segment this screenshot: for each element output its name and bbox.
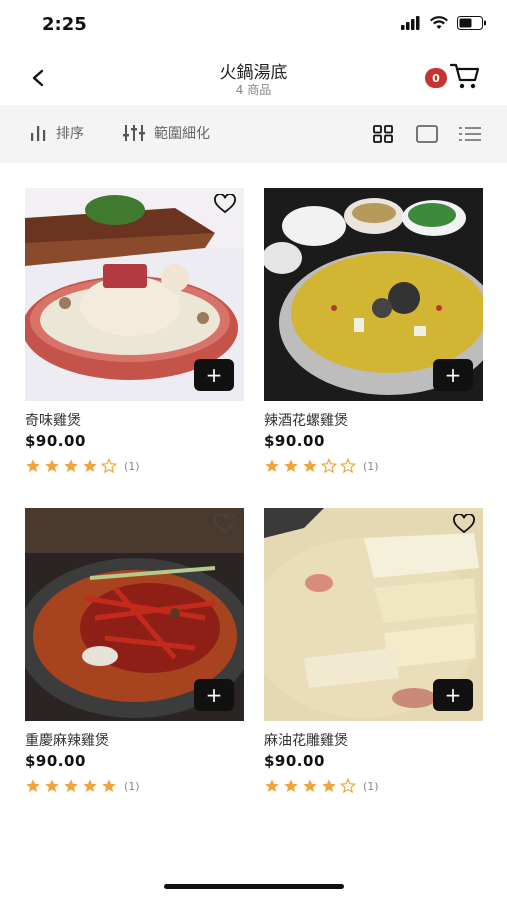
battery-icon bbox=[457, 16, 486, 30]
heart-icon bbox=[214, 193, 236, 214]
heart-icon bbox=[453, 513, 475, 534]
star-filled-icon bbox=[284, 779, 298, 792]
favorite-button[interactable] bbox=[214, 193, 236, 214]
product-rating: (1) bbox=[25, 458, 140, 474]
sort-button[interactable]: 排序 bbox=[30, 123, 84, 143]
product-price: $90.00 bbox=[25, 752, 86, 770]
star-filled-icon bbox=[26, 779, 40, 792]
grid-view-button[interactable] bbox=[371, 123, 395, 145]
sort-icon bbox=[31, 126, 46, 141]
cart-badge: 0 bbox=[425, 68, 447, 88]
plus-icon: + bbox=[444, 363, 462, 387]
single-view-icon bbox=[416, 125, 438, 143]
product-image[interactable]: + bbox=[264, 508, 483, 721]
review-count: (1) bbox=[124, 459, 140, 473]
star-filled-icon bbox=[83, 779, 97, 792]
plus-icon: + bbox=[205, 683, 223, 707]
product-price: $90.00 bbox=[264, 752, 325, 770]
star-filled-icon bbox=[102, 779, 116, 792]
product-name[interactable]: 重慶麻辣雞煲 bbox=[25, 730, 109, 750]
home-indicator bbox=[164, 884, 344, 889]
plus-icon: + bbox=[205, 363, 223, 387]
product-name[interactable]: 麻油花雕雞煲 bbox=[264, 730, 348, 750]
cart-button[interactable]: 0 bbox=[425, 62, 485, 92]
star-filled-icon bbox=[45, 459, 59, 472]
wifi-icon bbox=[430, 16, 448, 29]
star-empty-icon bbox=[340, 778, 356, 794]
star-empty-icon bbox=[101, 458, 117, 474]
signal-icon bbox=[401, 16, 420, 30]
status-icons bbox=[401, 16, 487, 30]
product-image[interactable]: + bbox=[25, 188, 244, 401]
filter-label: 範圍細化 bbox=[154, 126, 210, 142]
list-view-button[interactable] bbox=[458, 123, 482, 145]
star-filled-icon bbox=[303, 779, 317, 792]
star-empty-icon bbox=[321, 458, 337, 474]
star-filled-icon bbox=[265, 779, 279, 792]
review-count: (1) bbox=[363, 779, 379, 793]
star-filled-icon bbox=[303, 459, 317, 472]
product-price: $90.00 bbox=[25, 432, 86, 450]
product-name[interactable]: 辣酒花螺雞煲 bbox=[264, 410, 348, 430]
list-view-icon bbox=[459, 127, 481, 141]
plus-icon: + bbox=[444, 683, 462, 707]
status-time: 2:25 bbox=[42, 14, 87, 35]
sort-label: 排序 bbox=[56, 126, 84, 142]
review-count: (1) bbox=[363, 459, 379, 473]
star-filled-icon bbox=[265, 459, 279, 472]
star-filled-icon bbox=[45, 779, 59, 792]
status-bar: 2:25 bbox=[0, 0, 507, 48]
nav-header: 火鍋湯底 4 商品 0 bbox=[0, 52, 507, 104]
star-filled-icon bbox=[64, 459, 78, 472]
add-to-cart-button[interactable]: + bbox=[433, 359, 473, 391]
product-name[interactable]: 奇味雞煲 bbox=[25, 410, 81, 430]
add-to-cart-button[interactable]: + bbox=[194, 679, 234, 711]
product-image[interactable]: + bbox=[25, 508, 244, 721]
product-rating: (1) bbox=[264, 458, 379, 474]
star-empty-icon bbox=[340, 458, 356, 474]
product-rating: (1) bbox=[25, 778, 140, 794]
star-filled-icon bbox=[284, 459, 298, 472]
single-view-button[interactable] bbox=[415, 123, 439, 145]
grid-view-icon bbox=[373, 125, 393, 143]
star-filled-icon bbox=[322, 779, 336, 792]
product-image[interactable]: + bbox=[264, 188, 483, 401]
star-filled-icon bbox=[83, 459, 97, 472]
filter-icon bbox=[123, 125, 145, 141]
filter-button[interactable]: 範圍細化 bbox=[122, 123, 210, 143]
add-to-cart-button[interactable]: + bbox=[433, 679, 473, 711]
review-count: (1) bbox=[124, 779, 140, 793]
product-price: $90.00 bbox=[264, 432, 325, 450]
star-filled-icon bbox=[64, 779, 78, 792]
favorite-button[interactable] bbox=[453, 513, 475, 534]
favorite-button[interactable] bbox=[214, 513, 236, 534]
cart-icon bbox=[449, 63, 480, 89]
toolbar: 排序 範圍細化 bbox=[0, 105, 507, 163]
product-rating: (1) bbox=[264, 778, 379, 794]
heart-icon bbox=[214, 513, 236, 534]
add-to-cart-button[interactable]: + bbox=[194, 359, 234, 391]
star-filled-icon bbox=[26, 459, 40, 472]
